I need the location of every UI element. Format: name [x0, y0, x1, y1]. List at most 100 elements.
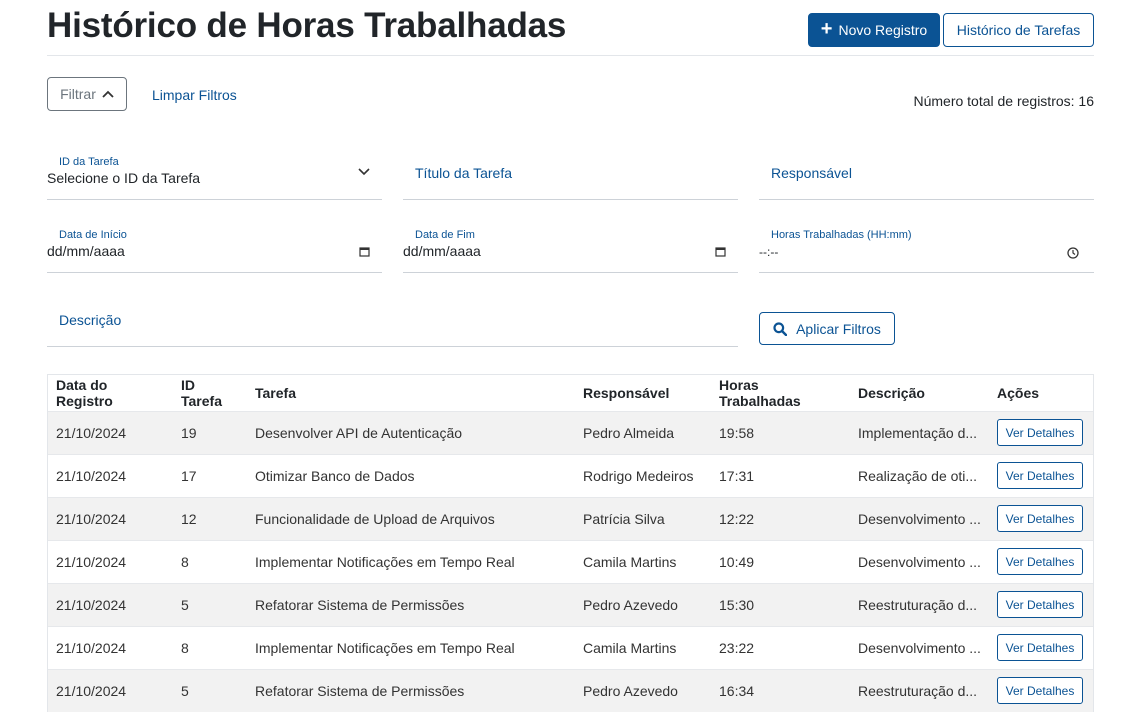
start-date-label: Data de Início — [59, 229, 127, 241]
apply-filters-label: Aplicar Filtros — [796, 320, 881, 337]
new-record-label: Novo Registro — [838, 22, 928, 38]
apply-filters-button[interactable]: Aplicar Filtros — [759, 312, 895, 345]
column-header-responsible[interactable]: Responsável — [575, 375, 711, 411]
table-row: 21/10/2024 12 Funcionalidade de Upload de … — [48, 496, 1093, 540]
table-row: 21/10/2024 5 Refatorar Sistema de Permissõ… — [48, 668, 1093, 712]
cell-date: 21/10/2024 — [48, 453, 173, 497]
clock-icon[interactable] — [1067, 247, 1079, 259]
description-placeholder: Descrição — [59, 312, 122, 328]
table-row: 21/10/2024 8 Implementar Notificações em T… — [48, 539, 1093, 583]
cell-actions: Ver Detalhes — [989, 539, 1093, 583]
cell-description: Reestruturação d... — [850, 668, 989, 712]
view-details-button[interactable]: Ver Detalhes — [997, 419, 1083, 446]
cell-responsible: Patrícia Silva — [575, 496, 711, 540]
calendar-icon[interactable] — [715, 246, 726, 257]
cell-actions: Ver Detalhes — [989, 453, 1093, 497]
task-title-placeholder: Título da Tarefa — [415, 165, 513, 181]
end-date-value: dd/mm/aaaa — [403, 243, 481, 259]
records-table: Data do Registro ID Tarefa Tarefa Respon… — [47, 374, 1094, 712]
cell-hours: 16:34 — [711, 668, 850, 712]
cell-description: Realização de oti... — [850, 453, 989, 497]
view-details-button[interactable]: Ver Detalhes — [997, 591, 1083, 618]
cell-hours: 17:31 — [711, 453, 850, 497]
cell-description: Desenvolvimento ... — [850, 625, 989, 669]
total-records: Número total de registros: 16 — [913, 93, 1094, 109]
table-header-row: Data do Registro ID Tarefa Tarefa Respon… — [48, 375, 1093, 411]
plus-icon: + — [820, 18, 833, 40]
cell-date: 21/10/2024 — [48, 496, 173, 540]
cell-description: Desenvolvimento ... — [850, 496, 989, 540]
table-row: 21/10/2024 5 Refatorar Sistema de Permissõ… — [48, 582, 1093, 626]
task-title-input[interactable]: Título da Tarefa — [403, 156, 738, 200]
cell-task-id: 5 — [173, 668, 247, 712]
cell-date: 21/10/2024 — [48, 410, 173, 454]
header-divider — [47, 55, 1094, 56]
cell-date: 21/10/2024 — [48, 539, 173, 583]
column-header-date[interactable]: Data do Registro — [48, 375, 173, 411]
cell-description: Implementação d... — [850, 410, 989, 454]
filter-toggle-button[interactable]: Filtrar — [47, 77, 127, 111]
table-row: 21/10/2024 19 Desenvolver API de Autentica… — [48, 410, 1093, 454]
new-record-button[interactable]: + Novo Registro — [808, 13, 940, 47]
view-details-button[interactable]: Ver Detalhes — [997, 548, 1083, 575]
view-details-button[interactable]: Ver Detalhes — [997, 462, 1083, 489]
cell-task: Otimizar Banco de Dados — [247, 453, 575, 497]
hours-label: Horas Trabalhadas (HH:mm) — [771, 229, 912, 241]
cell-task: Funcionalidade de Upload de Arquivos — [247, 496, 575, 540]
cell-actions: Ver Detalhes — [989, 410, 1093, 454]
hours-value: --:-- — [759, 245, 779, 259]
cell-task-id: 17 — [173, 453, 247, 497]
column-header-description[interactable]: Descrição — [850, 375, 989, 411]
cell-task-id: 12 — [173, 496, 247, 540]
task-id-select[interactable]: ID da Tarefa Selecione o ID da Tarefa — [47, 156, 382, 200]
cell-description: Reestruturação d... — [850, 582, 989, 626]
cell-actions: Ver Detalhes — [989, 582, 1093, 626]
cell-responsible: Camila Martins — [575, 539, 711, 583]
cell-responsible: Pedro Azevedo — [575, 668, 711, 712]
cell-hours: 10:49 — [711, 539, 850, 583]
start-date-input[interactable]: Data de Início dd/mm/aaaa — [47, 229, 382, 273]
cell-date: 21/10/2024 — [48, 582, 173, 626]
page-title: Histórico de Horas Trabalhadas — [47, 6, 567, 45]
chevron-up-icon — [102, 90, 114, 98]
view-details-button[interactable]: Ver Detalhes — [997, 677, 1083, 705]
task-id-label: ID da Tarefa — [59, 156, 119, 168]
end-date-label: Data de Fim — [415, 229, 475, 241]
column-header-actions: Ações — [997, 384, 1040, 401]
cell-responsible: Pedro Almeida — [575, 410, 711, 454]
cell-date: 21/10/2024 — [48, 625, 173, 669]
view-details-button[interactable]: Ver Detalhes — [997, 634, 1083, 661]
task-id-value: Selecione o ID da Tarefa — [47, 170, 201, 186]
description-input[interactable]: Descrição — [47, 303, 738, 347]
calendar-icon[interactable] — [359, 246, 370, 257]
cell-task: Implementar Notificações em Tempo Real — [247, 625, 575, 669]
cell-task: Refatorar Sistema de Permissões — [247, 668, 575, 712]
cell-task-id: 5 — [173, 582, 247, 626]
chevron-down-icon — [358, 168, 370, 176]
end-date-input[interactable]: Data de Fim dd/mm/aaaa — [403, 229, 738, 273]
cell-responsible: Camila Martins — [575, 625, 711, 669]
cell-task: Desenvolver API de Autenticação — [247, 410, 575, 454]
cell-task: Implementar Notificações em Tempo Real — [247, 539, 575, 583]
table-row: 21/10/2024 17 Otimizar Banco de Dados Rodri… — [48, 453, 1093, 497]
cell-description: Desenvolvimento ... — [850, 539, 989, 583]
responsible-input[interactable]: Responsável — [759, 156, 1094, 200]
cell-hours: 12:22 — [711, 496, 850, 540]
table-row: 21/10/2024 8 Implementar Notificações em T… — [48, 625, 1093, 669]
view-details-button[interactable]: Ver Detalhes — [997, 505, 1083, 532]
task-history-button[interactable]: Histórico de Tarefas — [943, 13, 1094, 47]
clear-filters-link[interactable]: Limpar Filtros — [152, 87, 237, 103]
column-header-hours[interactable]: Horas Trabalhadas — [711, 375, 850, 411]
cell-task-id: 8 — [173, 539, 247, 583]
cell-actions: Ver Detalhes — [989, 668, 1093, 712]
cell-hours: 15:30 — [711, 582, 850, 626]
hours-input[interactable]: Horas Trabalhadas (HH:mm) --:-- — [759, 229, 1094, 273]
column-header-task[interactable]: Tarefa — [247, 375, 575, 411]
responsible-placeholder: Responsável — [771, 165, 852, 181]
cell-hours: 23:22 — [711, 625, 850, 669]
cell-responsible: Pedro Azevedo — [575, 582, 711, 626]
cell-task-id: 8 — [173, 625, 247, 669]
cell-task: Refatorar Sistema de Permissões — [247, 582, 575, 626]
column-header-task-id[interactable]: ID Tarefa — [173, 375, 247, 411]
cell-date: 21/10/2024 — [48, 668, 173, 712]
